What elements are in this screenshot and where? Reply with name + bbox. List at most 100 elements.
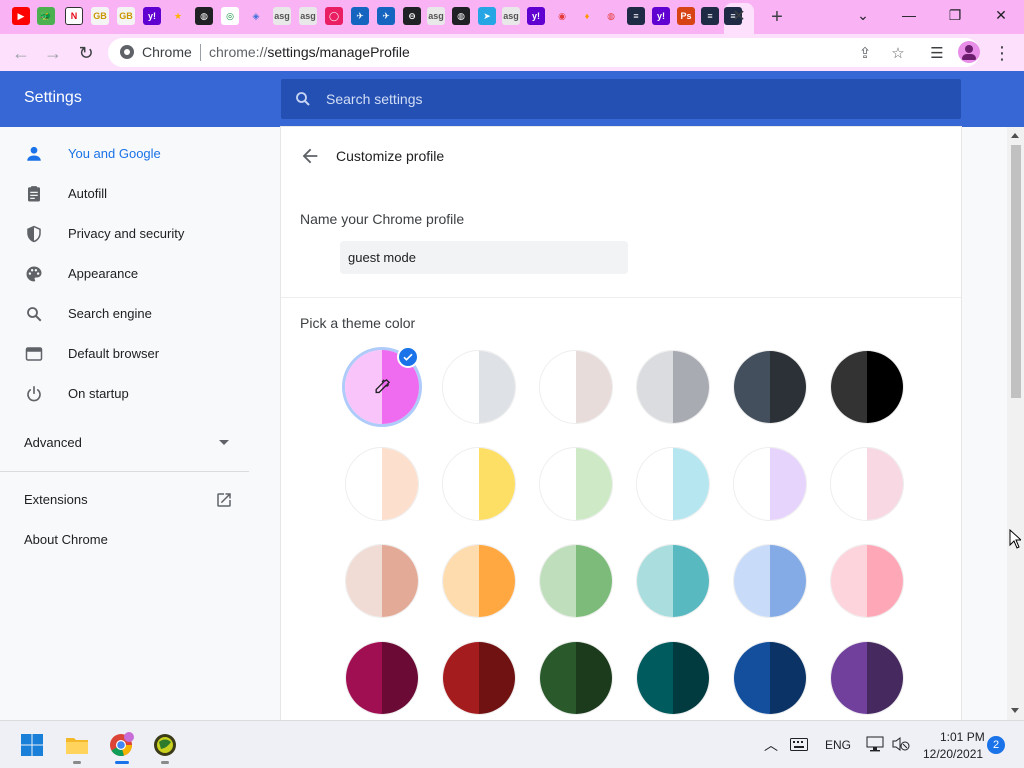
theme-color-swatch[interactable] (539, 544, 613, 618)
tab-close-icon[interactable]: ✕ (730, 6, 748, 26)
theme-color-swatch[interactable] (345, 641, 419, 715)
theme-color-swatch[interactable] (442, 641, 516, 715)
gb-favicon-2[interactable]: GB (117, 7, 135, 25)
gb-favicon[interactable]: GB (91, 7, 109, 25)
sidebar-item-extensions[interactable]: Extensions (24, 492, 88, 507)
profile-avatar-button[interactable] (958, 41, 980, 63)
dark-favicon[interactable]: ≡ (627, 7, 645, 25)
pink-favicon[interactable]: ◉ (553, 7, 571, 25)
theme-color-swatch[interactable] (636, 544, 710, 618)
drop-favicon[interactable]: ◈ (247, 7, 265, 25)
swatch-right-half (867, 351, 903, 423)
theme-color-swatch[interactable] (830, 544, 904, 618)
bookmark-star-icon[interactable]: ☆ (888, 43, 908, 63)
url-text[interactable]: chrome://settings/manageProfile (209, 44, 410, 60)
youtube-favicon[interactable]: ▶ (12, 7, 30, 25)
theme-color-swatch[interactable] (830, 447, 904, 521)
chrome-site-icon[interactable] (120, 45, 134, 59)
theme-color-swatch[interactable] (636, 641, 710, 715)
ps-favicon[interactable]: Ps (677, 7, 695, 25)
theme-color-swatch[interactable] (636, 447, 710, 521)
netflix-favicon[interactable]: N (65, 7, 83, 25)
theme-color-swatch[interactable] (830, 350, 904, 424)
theme-color-swatch[interactable] (442, 447, 516, 521)
asg-favicon[interactable]: asg (273, 7, 291, 25)
address-bar[interactable]: Chrome chrome://settings/manageProfile ⇪… (108, 38, 980, 67)
flame-favicon[interactable]: ♦ (578, 7, 596, 25)
asg-favicon-3[interactable]: asg (427, 7, 445, 25)
theme-color-swatch[interactable] (539, 641, 613, 715)
reading-list-icon[interactable]: ☰ (924, 40, 950, 66)
back-button[interactable]: ← (8, 40, 34, 66)
open-in-new-icon[interactable] (215, 491, 233, 509)
keyboard-icon[interactable] (790, 738, 808, 751)
ring-favicon[interactable]: ◯ (325, 7, 343, 25)
theme-color-swatch[interactable] (442, 544, 516, 618)
sidebar-item-search-engine[interactable]: Search engine (0, 294, 260, 334)
yahoo-favicon-2[interactable]: y! (527, 7, 545, 25)
back-arrow-icon[interactable] (299, 145, 321, 167)
sidebar-item-privacy-and-security[interactable]: Privacy and security (0, 214, 260, 254)
tab-search-icon[interactable]: ⌄ (840, 0, 886, 30)
asg-favicon-4[interactable]: asg (502, 7, 520, 25)
volume-muted-icon[interactable] (892, 736, 910, 752)
scroll-down-arrow[interactable] (1011, 708, 1019, 713)
theme-color-swatch[interactable] (733, 544, 807, 618)
notification-badge[interactable]: 2 (987, 736, 1005, 754)
swatch-right-half (770, 448, 806, 520)
forward-button[interactable]: → (40, 40, 66, 66)
theme-color-swatch[interactable] (539, 350, 613, 424)
plane-favicon-2[interactable]: ✈ (377, 7, 395, 25)
theme-color-swatch[interactable] (733, 447, 807, 521)
scroll-up-arrow[interactable] (1011, 133, 1019, 138)
yahoo-favicon[interactable]: y! (143, 7, 161, 25)
search-settings-input[interactable]: Search settings (281, 79, 961, 119)
sidebar-item-default-browser[interactable]: Default browser (0, 334, 260, 374)
scroll-thumb[interactable] (1011, 145, 1021, 398)
minimize-button[interactable]: — (886, 0, 932, 30)
theme-color-swatch[interactable] (733, 350, 807, 424)
yahoo-favicon-3[interactable]: y! (652, 7, 670, 25)
red-favicon[interactable]: ◍ (602, 7, 620, 25)
asg-favicon-2[interactable]: asg (299, 7, 317, 25)
app-globe-icon[interactable] (152, 732, 178, 758)
plane-favicon[interactable]: ✈ (351, 7, 369, 25)
chrome-menu-icon[interactable]: ⋮ (989, 40, 1015, 66)
telegram-favicon[interactable]: ➤ (478, 7, 496, 25)
theme-color-swatch[interactable] (345, 544, 419, 618)
globe-favicon[interactable]: ◍ (195, 7, 213, 25)
file-explorer-icon[interactable] (64, 732, 90, 758)
theme-color-swatch[interactable] (830, 641, 904, 715)
theme-color-swatch[interactable] (733, 641, 807, 715)
globe-favicon-2[interactable]: ◍ (452, 7, 470, 25)
clock-date[interactable]: 12/20/2021 (923, 747, 983, 761)
language-indicator[interactable]: ENG (825, 738, 851, 752)
sidebar-item-appearance[interactable]: Appearance (0, 254, 260, 294)
green-favicon[interactable]: ◎ (221, 7, 239, 25)
advanced-toggle[interactable]: Advanced (24, 435, 82, 450)
chevron-down-icon[interactable] (219, 440, 229, 445)
maximize-button[interactable]: ❐ (932, 0, 978, 30)
share-icon[interactable]: ⇪ (855, 43, 875, 63)
reload-button[interactable]: ↻ (73, 40, 99, 66)
chrome-taskbar-icon[interactable] (108, 732, 134, 758)
sidebar-item-autofill[interactable]: Autofill (0, 174, 260, 214)
dark-favicon-2[interactable]: ≡ (701, 7, 719, 25)
page-scrollbar[interactable] (1007, 127, 1024, 720)
theme-color-swatch[interactable] (539, 447, 613, 521)
theme-color-swatch[interactable] (442, 350, 516, 424)
theme-color-swatch[interactable] (345, 447, 419, 521)
windows-start-icon[interactable] (20, 733, 44, 757)
close-window-button[interactable]: ✕ (978, 0, 1024, 30)
chevron-up-icon[interactable]: ︿ (764, 735, 778, 755)
clock-time[interactable]: 1:01 PM (940, 730, 985, 744)
network-icon[interactable] (866, 736, 884, 752)
sidebar-item-on-startup[interactable]: On startup (0, 374, 260, 414)
sidebar-item-about-chrome[interactable]: About Chrome (24, 532, 108, 547)
theme-color-swatch[interactable] (636, 350, 710, 424)
new-tab-button[interactable]: + (765, 5, 789, 29)
star-favicon[interactable]: ★ (169, 7, 187, 25)
circle-favicon[interactable]: ⊖ (403, 7, 421, 25)
game-favicon[interactable]: 🐲 (37, 7, 55, 25)
sidebar-item-you-and-google[interactable]: You and Google (0, 134, 260, 174)
